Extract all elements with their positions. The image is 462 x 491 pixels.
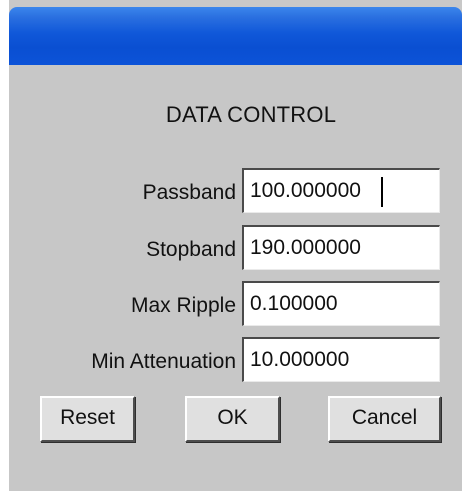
min-attenuation-label: Min Attenuation: [91, 350, 236, 373]
dialog-heading: DATA CONTROL: [165, 102, 337, 127]
passband-input[interactable]: [242, 168, 440, 213]
stopband-input[interactable]: [242, 225, 440, 270]
max-ripple-input[interactable]: [242, 281, 440, 326]
cancel-button[interactable]: Cancel: [328, 396, 441, 442]
stopband-label: Stopband: [146, 238, 236, 261]
window-edge: [0, 0, 9, 491]
reset-button[interactable]: Reset: [40, 396, 135, 442]
passband-label: Passband: [142, 181, 236, 204]
text-cursor: [381, 177, 383, 207]
title-bar[interactable]: [9, 7, 462, 65]
min-attenuation-input[interactable]: [242, 337, 440, 382]
ok-button[interactable]: OK: [185, 396, 280, 442]
max-ripple-label: Max Ripple: [130, 294, 236, 317]
data-control-window: DATA CONTROL Passband Stopband Max Rippl…: [0, 0, 462, 491]
